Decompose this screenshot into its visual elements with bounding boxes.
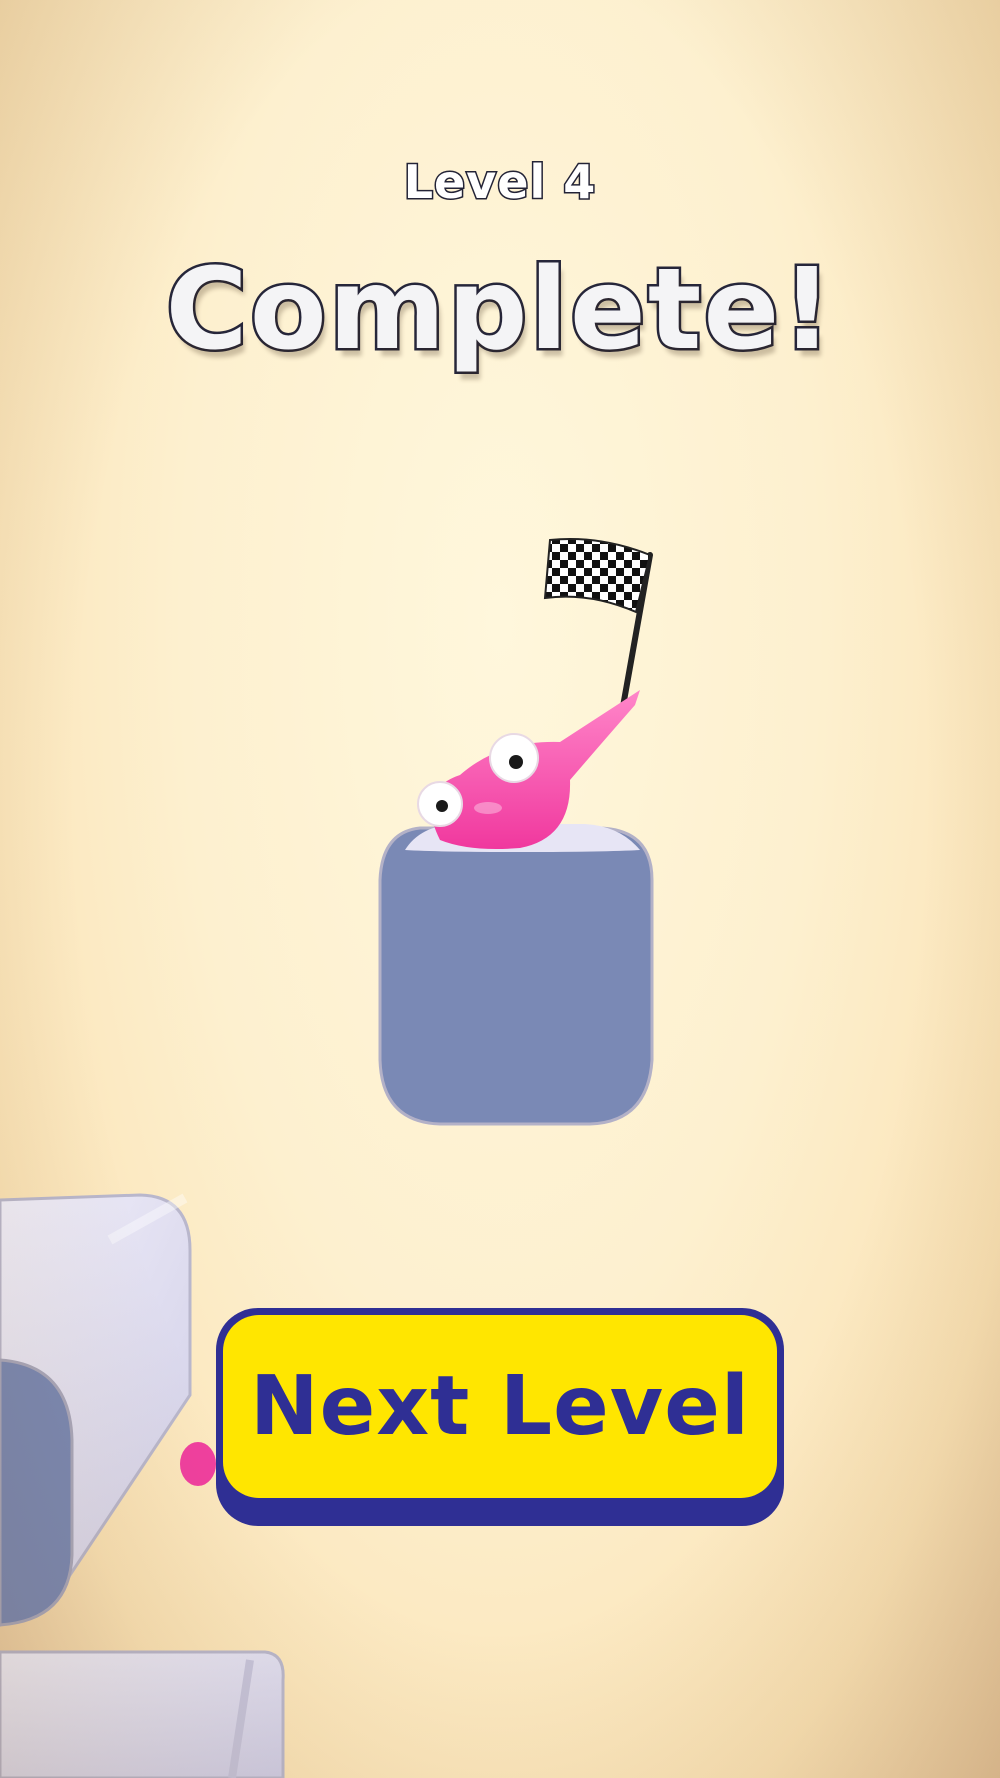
pink-blob-character — [417, 690, 640, 849]
foreground-block-bottom — [0, 1650, 285, 1778]
next-level-button[interactable]: Next Level — [216, 1308, 784, 1526]
level-title: Level 4 — [402, 154, 597, 211]
checkered-flag-icon — [543, 538, 653, 715]
complete-title: Complete! — [163, 243, 835, 378]
foreground-block-left — [0, 1193, 192, 1627]
pedestal-block — [378, 824, 654, 1126]
next-level-button-label: Next Level — [250, 1359, 750, 1454]
pink-drop — [180, 1442, 216, 1486]
next-level-button-face[interactable]: Next Level — [223, 1315, 777, 1498]
